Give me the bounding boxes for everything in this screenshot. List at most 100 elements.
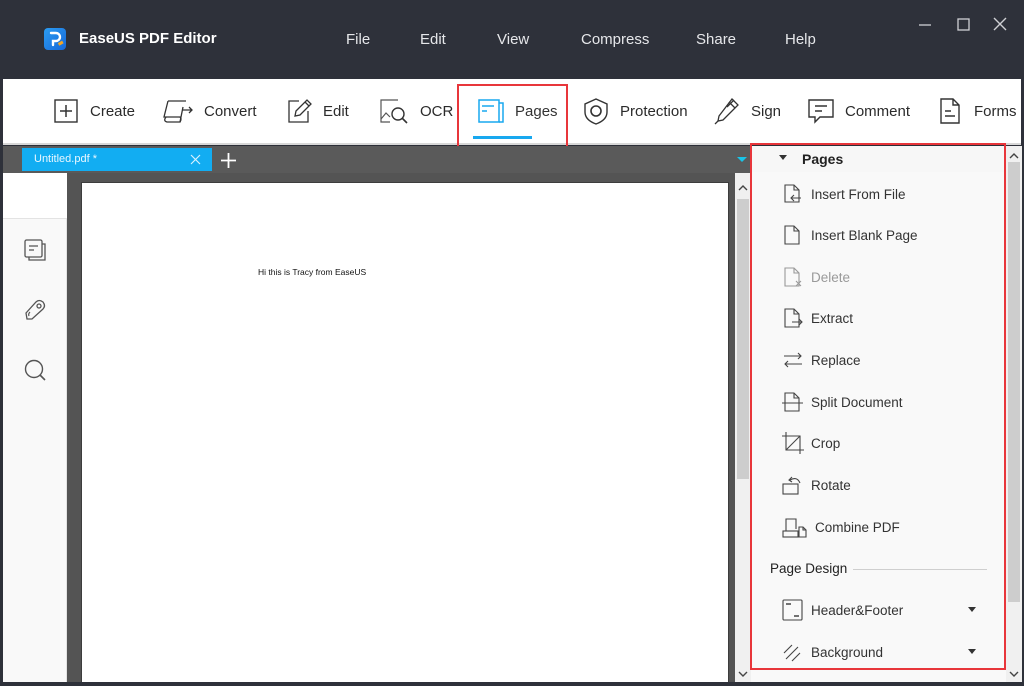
extract-page-button[interactable]: Extract	[782, 305, 982, 331]
menu-help[interactable]: Help	[785, 31, 816, 48]
pdf-page[interactable]: Hi this is Tracy from EaseUS	[81, 182, 729, 686]
panel-scroll-down-icon[interactable]	[1007, 668, 1021, 680]
rotate-icon	[782, 476, 801, 495]
menu-view[interactable]: View	[497, 31, 529, 48]
delete-page-button[interactable]: Delete	[782, 264, 982, 290]
pencil-edit-icon	[288, 99, 312, 123]
crop-page-label: Crop	[811, 435, 841, 451]
pages-icon	[478, 99, 504, 123]
toolbar-convert-label: Convert	[204, 102, 257, 120]
active-tool-indicator	[473, 136, 532, 139]
header-footer-label: Header&Footer	[811, 602, 904, 618]
scroll-up-icon[interactable]	[736, 182, 750, 194]
header-footer-dropdown-icon[interactable]	[968, 607, 976, 612]
header-footer-icon	[782, 599, 803, 621]
menu-share[interactable]: Share	[696, 31, 736, 48]
document-tab[interactable]: Untitled.pdf *	[22, 148, 212, 171]
replace-page-button[interactable]: Replace	[782, 347, 982, 373]
close-icon	[993, 17, 1007, 31]
page-text[interactable]: Hi this is Tracy from EaseUS	[258, 267, 366, 277]
toolbar-edit[interactable]: Edit	[285, 79, 349, 143]
combine-pdf-icon	[782, 518, 807, 538]
panel-scroll-up-icon[interactable]	[1007, 150, 1021, 162]
menu-file[interactable]: File	[346, 31, 370, 48]
ocr-scan-icon	[380, 99, 408, 124]
insert-blank-page-label: Insert Blank Page	[811, 227, 918, 243]
background-label: Background	[811, 644, 884, 660]
toolbar-create-label: Create	[90, 102, 136, 120]
left-side-panel-header	[3, 173, 67, 219]
thumbnails-icon[interactable]	[22, 237, 48, 263]
toolbar-edit-label: Edit	[323, 102, 349, 120]
toolbar-ocr-label: OCR	[420, 102, 454, 120]
toolbar-sign-label: Sign	[751, 102, 782, 120]
toolbar-forms[interactable]: Forms	[936, 79, 1017, 143]
extract-page-label: Extract	[811, 310, 854, 326]
toolbar-convert[interactable]: Convert	[160, 79, 257, 143]
background-dropdown-icon[interactable]	[968, 649, 976, 654]
toolbar-comment[interactable]: Comment	[807, 79, 910, 143]
menu-edit[interactable]: Edit	[420, 31, 446, 48]
toolbar-protection[interactable]: Protection	[582, 79, 688, 143]
plus-square-icon	[54, 99, 78, 123]
insert-blank-page-button[interactable]: Insert Blank Page	[782, 222, 982, 248]
rotate-page-label: Rotate	[811, 477, 851, 493]
easeus-pdf-logo-icon	[44, 28, 66, 50]
maximize-icon	[957, 18, 970, 31]
new-tab-plus-icon[interactable]	[220, 152, 237, 169]
tag-bookmark-icon[interactable]	[22, 297, 48, 323]
insert-from-file-icon	[784, 184, 801, 203]
blank-page-icon	[784, 225, 800, 245]
comment-icon	[808, 99, 834, 124]
toolbar-pages-label: Pages	[515, 102, 558, 120]
scroll-down-icon[interactable]	[736, 668, 750, 680]
combine-pdf-button[interactable]: Combine PDF	[782, 514, 982, 540]
document-tab-label: Untitled.pdf *	[34, 153, 97, 165]
crop-icon	[782, 432, 804, 454]
shield-icon	[584, 98, 608, 125]
app-title: EaseUS PDF Editor	[79, 30, 217, 47]
minimize-icon	[919, 24, 931, 26]
close-window-button[interactable]	[988, 14, 1012, 36]
maximize-button[interactable]	[951, 14, 975, 36]
convert-icon	[163, 100, 193, 123]
combine-pdf-label: Combine PDF	[815, 519, 900, 535]
window-frame-bottom	[0, 682, 1024, 686]
extract-page-icon	[784, 308, 803, 328]
toolbar-comment-label: Comment	[845, 102, 911, 120]
panel-scrollbar-thumb[interactable]	[1008, 162, 1020, 602]
canvas-scrollbar-thumb[interactable]	[737, 199, 749, 479]
split-document-label: Split Document	[811, 394, 903, 410]
form-document-icon	[940, 98, 960, 124]
pen-sign-icon	[714, 98, 739, 125]
split-document-icon	[782, 392, 803, 412]
background-hatch-icon	[783, 644, 801, 662]
header-footer-button[interactable]: Header&Footer	[782, 597, 982, 623]
section-divider	[853, 569, 987, 570]
tab-list-dropdown-icon[interactable]	[737, 157, 747, 162]
background-button[interactable]: Background	[782, 639, 982, 665]
toolbar-sign[interactable]: Sign	[713, 79, 781, 143]
delete-page-icon	[784, 267, 802, 287]
close-tab-icon[interactable]	[190, 154, 201, 165]
toolbar-ocr[interactable]: OCR	[378, 79, 453, 143]
toolbar-protection-label: Protection	[620, 102, 688, 120]
pages-panel-header[interactable]	[751, 146, 1006, 172]
insert-from-file-label: Insert From File	[811, 186, 906, 202]
replace-arrows-icon	[784, 352, 802, 368]
crop-page-button[interactable]: Crop	[782, 430, 982, 456]
toolbar-pages[interactable]: Pages	[477, 79, 558, 143]
rotate-page-button[interactable]: Rotate	[782, 472, 982, 498]
menu-compress[interactable]: Compress	[581, 31, 649, 48]
replace-page-label: Replace	[811, 352, 861, 368]
split-document-button[interactable]: Split Document	[782, 389, 982, 415]
toolbar-forms-label: Forms	[974, 102, 1017, 120]
minimize-button[interactable]	[913, 14, 937, 36]
pages-panel-title: Pages	[802, 151, 844, 167]
page-design-heading: Page Design	[770, 561, 848, 576]
collapse-caret-icon[interactable]	[779, 155, 787, 160]
search-icon[interactable]	[22, 357, 48, 383]
insert-from-file-button[interactable]: Insert From File	[782, 181, 982, 207]
delete-page-label: Delete	[811, 269, 851, 285]
toolbar-create[interactable]: Create	[52, 79, 135, 143]
